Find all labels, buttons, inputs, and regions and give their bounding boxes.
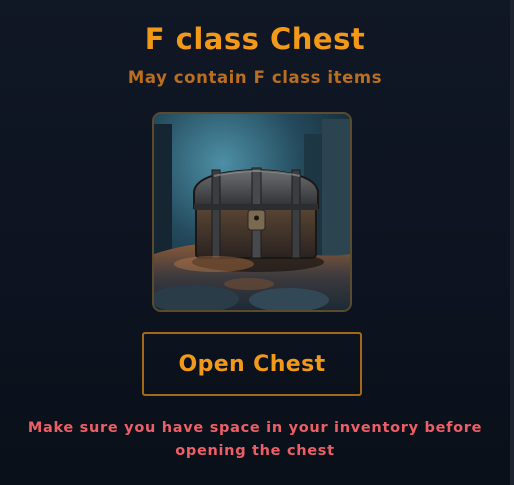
chest-panel: F class Chest May contain F class items: [0, 0, 514, 485]
treasure-chest-icon: [154, 114, 350, 310]
chest-image: [152, 112, 352, 312]
chest-title: F class Chest: [144, 22, 366, 56]
inventory-warning: Make sure you have space in your invento…: [27, 420, 483, 459]
chest-subtitle: May contain F class items: [127, 68, 383, 87]
open-chest-button[interactable]: Open Chest: [142, 332, 362, 396]
